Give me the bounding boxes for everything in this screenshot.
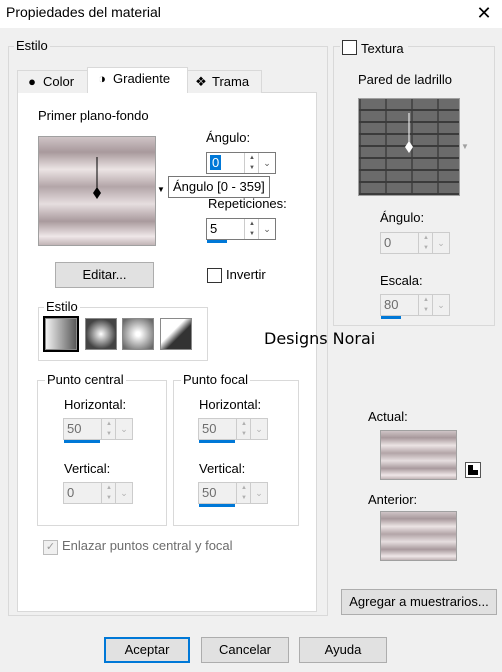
- focal-horizontal-slider-bar[interactable]: [199, 440, 235, 443]
- spin-updown-icon: ▲ ▼: [418, 233, 433, 253]
- rectangular-style-button[interactable]: [85, 318, 117, 350]
- gradient-preview-label: Primer plano-fondo: [38, 108, 149, 123]
- texture-angle-label: Ángulo:: [380, 210, 425, 225]
- gradient-direction-needle-icon: [93, 157, 101, 199]
- chevron-down-icon: ⌄: [432, 295, 449, 315]
- accept-button[interactable]: Aceptar: [104, 637, 190, 663]
- center-horizontal-slider-bar[interactable]: [64, 440, 100, 443]
- texture-dropdown-arrow-icon: ▼: [461, 142, 469, 151]
- linear-style-button[interactable]: [43, 316, 79, 352]
- spin-updown-icon[interactable]: ▲ ▼: [236, 419, 251, 439]
- repeats-slider-bar[interactable]: [207, 240, 227, 243]
- style-group-label: Estilo: [14, 38, 50, 53]
- repeats-value[interactable]: 5: [210, 221, 217, 236]
- angle-label: Ángulo:: [206, 130, 251, 145]
- link-points-checkbox[interactable]: ✓: [43, 540, 58, 555]
- edit-button[interactable]: Editar...: [55, 262, 154, 288]
- texture-label: Textura: [361, 41, 404, 56]
- focal-vertical-spinbox[interactable]: 50 ▲ ▼ ⌄: [198, 482, 268, 507]
- focal-vertical-label: Vertical:: [199, 461, 246, 476]
- center-vertical-spinbox[interactable]: 0 ▲ ▼ ⌄: [63, 482, 133, 504]
- gradient-icon: ◑: [98, 71, 106, 86]
- previous-label: Anterior:: [368, 492, 418, 507]
- texture-scale-slider-bar: [381, 316, 401, 319]
- add-to-swatches-button[interactable]: Agregar a muestrarios...: [341, 589, 497, 615]
- texture-header: Textura: [340, 38, 408, 56]
- tab-color[interactable]: ● Color: [17, 70, 89, 93]
- watermark-text: Designs Norai: [264, 329, 376, 348]
- focal-horizontal-value[interactable]: 50: [202, 421, 216, 436]
- focal-vertical-slider-bar[interactable]: [199, 504, 235, 507]
- center-horizontal-label: Horizontal:: [64, 397, 127, 412]
- help-button[interactable]: Ayuda: [299, 637, 387, 663]
- chevron-down-icon[interactable]: ⌄: [250, 419, 267, 439]
- center-vertical-value[interactable]: 0: [67, 485, 74, 500]
- chevron-down-icon[interactable]: ⌄: [258, 219, 275, 239]
- gradient-preview[interactable]: [38, 136, 156, 246]
- tab-gradient[interactable]: ◑ Gradiente: [87, 67, 188, 93]
- focal-vertical-value[interactable]: 50: [202, 485, 216, 500]
- tab-pattern-label: Trama: [212, 74, 250, 89]
- texture-preview: [358, 98, 460, 196]
- spin-updown-icon[interactable]: ▲ ▼: [101, 419, 116, 439]
- angle-spinbox[interactable]: 0 ▲ ▼ ⌄: [206, 152, 276, 174]
- swap-colors-icon[interactable]: [465, 462, 481, 478]
- center-horizontal-spinbox[interactable]: 50 ▲ ▼ ⌄: [63, 418, 133, 443]
- chevron-down-icon[interactable]: ⌄: [258, 153, 275, 173]
- gradient-style-label: Estilo: [44, 299, 80, 314]
- tab-gradient-label: Gradiente: [113, 71, 171, 86]
- spin-updown-icon[interactable]: ▲ ▼: [236, 483, 251, 503]
- texture-direction-needle-icon: [405, 113, 413, 153]
- texture-angle-spinbox: 0 ▲ ▼ ⌄: [380, 232, 450, 254]
- chevron-down-icon: ⌄: [432, 233, 449, 253]
- texture-scale-value: 80: [384, 297, 399, 312]
- texture-checkbox[interactable]: [342, 40, 357, 55]
- spin-updown-icon[interactable]: ▲ ▼: [244, 219, 259, 239]
- focal-point-label: Punto focal: [181, 372, 251, 387]
- angle-tooltip: Ángulo [0 - 359]: [168, 176, 270, 198]
- repeats-label: Repeticiones:: [208, 196, 287, 211]
- pattern-icon: ❖: [195, 74, 207, 89]
- circle-icon: ●: [28, 74, 36, 89]
- focal-horizontal-label: Horizontal:: [199, 397, 262, 412]
- link-points-label: Enlazar puntos central y focal: [62, 538, 233, 553]
- current-label: Actual:: [368, 409, 408, 424]
- invert-label: Invertir: [226, 267, 266, 282]
- invert-checkbox[interactable]: [207, 268, 222, 283]
- texture-name: Pared de ladrillo: [358, 72, 452, 87]
- texture-angle-value: 0: [384, 235, 392, 250]
- texture-scale-spinbox: 80 ▲ ▼ ⌄: [380, 294, 450, 319]
- focal-horizontal-spinbox[interactable]: 50 ▲ ▼ ⌄: [198, 418, 268, 443]
- tab-color-label: Color: [43, 74, 75, 89]
- gradient-dropdown-arrow-icon[interactable]: ▼: [156, 185, 166, 194]
- center-point-label: Punto central: [45, 372, 126, 387]
- repeats-spinbox[interactable]: 5 ▲ ▼ ⌄: [206, 218, 276, 243]
- spin-updown-icon: ▲ ▼: [418, 295, 433, 315]
- chevron-down-icon[interactable]: ⌄: [250, 483, 267, 503]
- chevron-down-icon[interactable]: ⌄: [115, 419, 132, 439]
- center-vertical-label: Vertical:: [64, 461, 111, 476]
- radial-style-button[interactable]: [160, 318, 192, 350]
- spin-updown-icon[interactable]: ▲ ▼: [244, 153, 259, 173]
- spin-updown-icon[interactable]: ▲ ▼: [101, 483, 116, 503]
- cancel-button[interactable]: Cancelar: [201, 637, 289, 663]
- texture-scale-label: Escala:: [380, 273, 423, 288]
- window-title: Propiedades del material: [6, 4, 161, 20]
- tab-pattern[interactable]: ❖ Trama: [186, 70, 262, 93]
- previous-swatch[interactable]: [380, 511, 457, 561]
- center-horizontal-value[interactable]: 50: [67, 421, 81, 436]
- chevron-down-icon[interactable]: ⌄: [115, 483, 132, 503]
- title-bar: Propiedades del material ✕: [0, 0, 502, 28]
- sunburst-style-button[interactable]: [122, 318, 154, 350]
- current-swatch: [380, 430, 457, 480]
- close-icon[interactable]: ✕: [470, 0, 498, 26]
- angle-value[interactable]: 0: [210, 155, 222, 170]
